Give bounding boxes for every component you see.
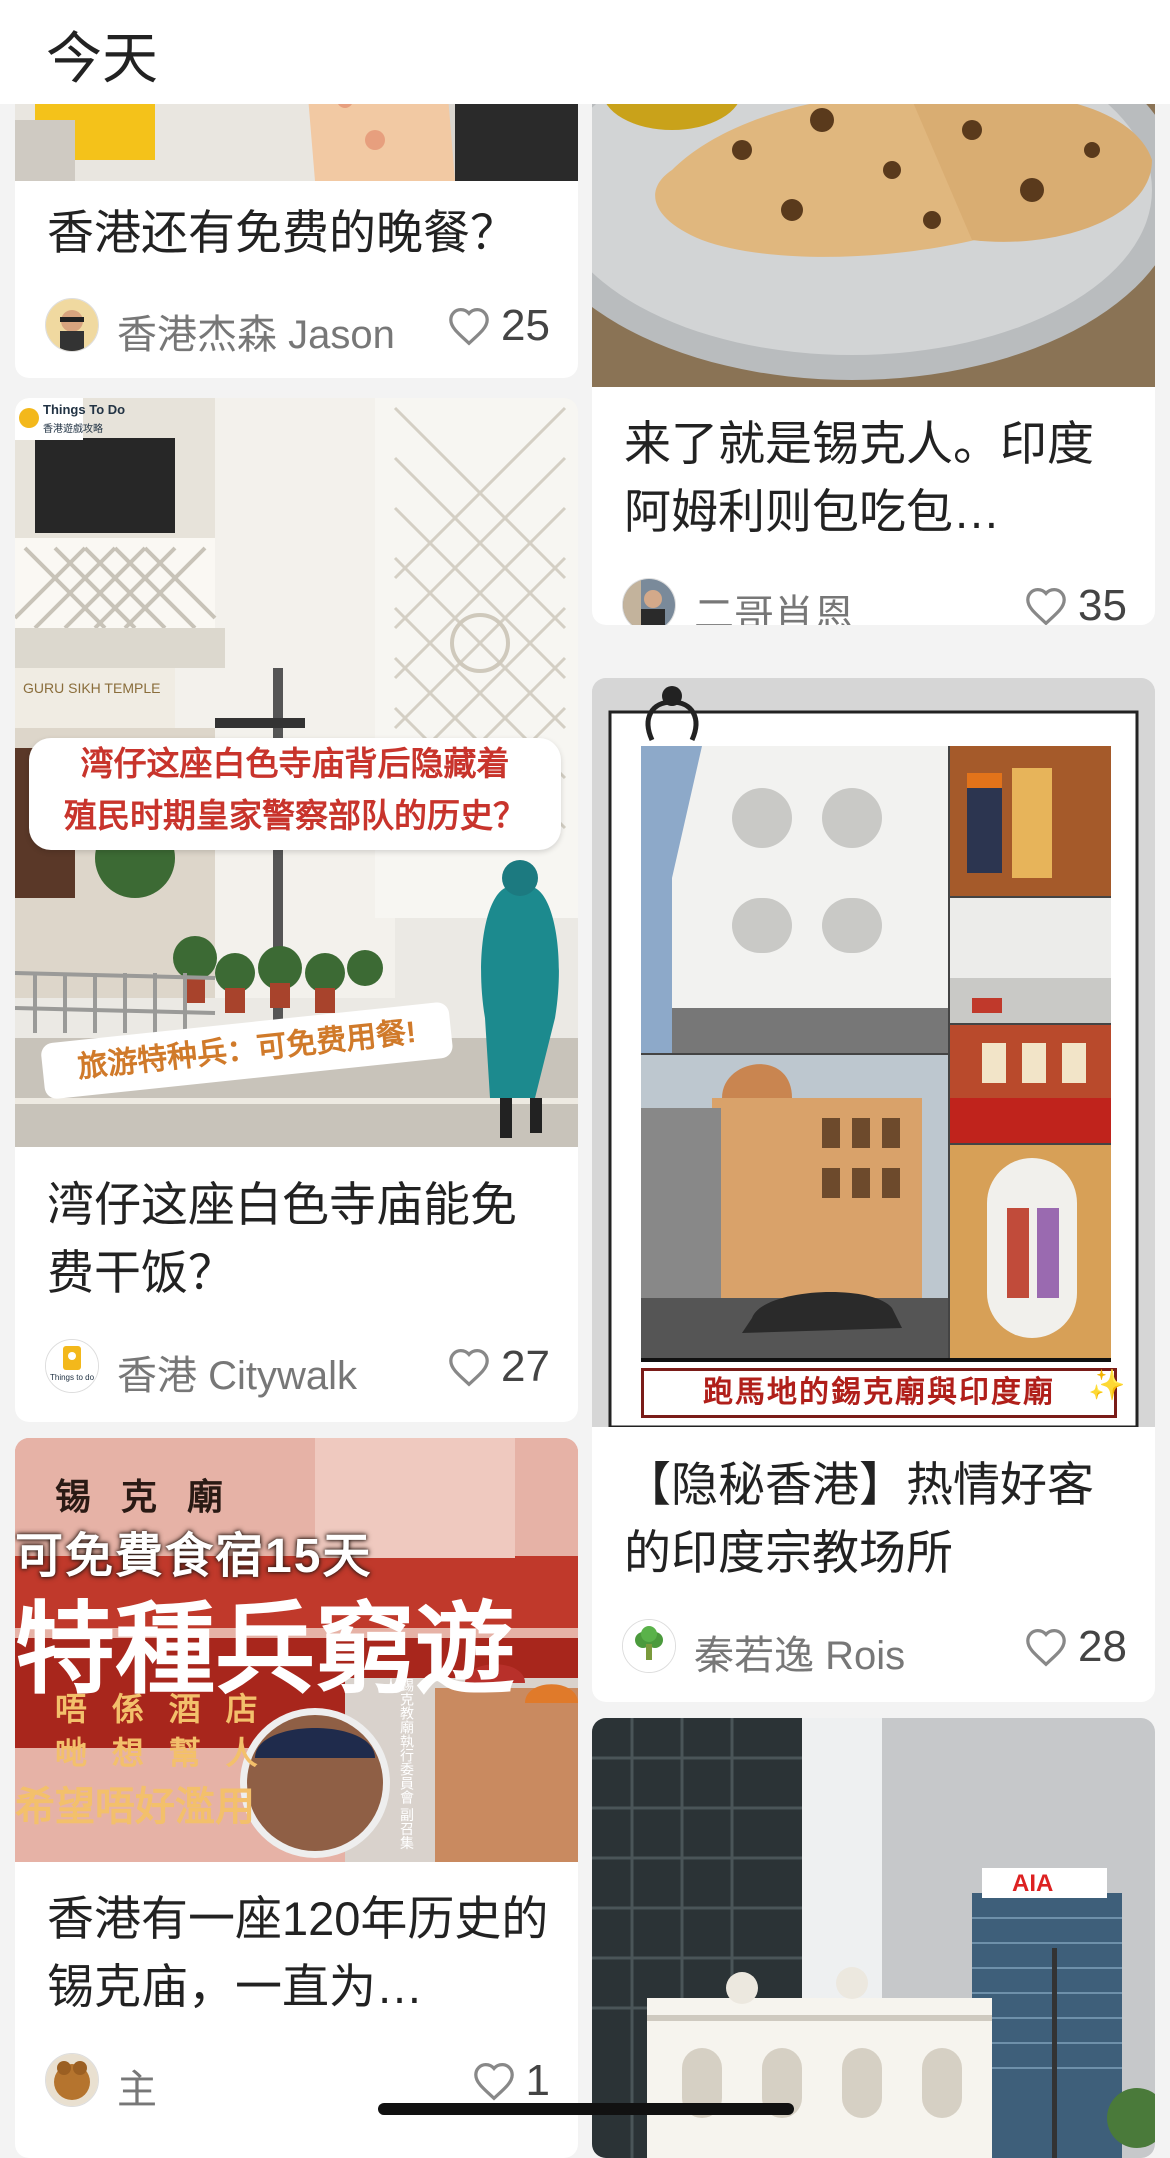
note-meta: Things to do 香港 Citywalk 27 bbox=[45, 1339, 550, 1398]
author-avatar[interactable] bbox=[45, 298, 99, 352]
like-button[interactable]: 35 bbox=[1024, 578, 1127, 625]
author-avatar[interactable]: Things to do bbox=[45, 1339, 99, 1393]
top-bar: 今天 bbox=[0, 0, 1170, 104]
note-card-1[interactable]: 香港还有免费的晚餐？ 香港杰森 Jason 25 bbox=[15, 60, 578, 378]
collage-caption: 跑馬地的錫克廟與印度廟 bbox=[641, 1368, 1117, 1418]
note-title: 湾仔这座白色寺庙能免费干饭？ bbox=[47, 1178, 517, 1299]
note-title: 来了就是锡克人。印度阿姆利则包吃包… bbox=[624, 417, 1094, 538]
note-card-2[interactable]: Things To Do 香港遊戲攻略 GURU SIKH TEMPLE 湾仔这… bbox=[15, 398, 578, 1422]
image-line-4: 唔 係 酒 店 bbox=[55, 1691, 266, 1727]
image-side-text: 錫克教廟執行委員會 副召集人 bbox=[383, 1678, 415, 1850]
author-avatar[interactable] bbox=[622, 578, 676, 625]
like-button[interactable]: 25 bbox=[447, 298, 550, 354]
avatar-text: Things to do bbox=[49, 1373, 95, 1382]
author-name[interactable]: 二哥肖恩 bbox=[694, 582, 854, 625]
note-card-image: 锡 克 廟 可免費食宿15天 特種兵窮遊 唔 係 酒 店 哋 想 幫 人 希望唔… bbox=[15, 1438, 578, 1862]
note-title: 香港还有免费的晚餐？ bbox=[47, 206, 517, 259]
like-button[interactable]: 1 bbox=[472, 2053, 550, 2109]
note-title: 香港有一座120年历史的锡克庙，一直为… bbox=[47, 1892, 549, 2013]
note-card-6[interactable]: AIA bbox=[592, 1718, 1155, 2158]
image-line-1: 锡 克 廟 bbox=[55, 1476, 234, 1517]
heart-icon bbox=[1026, 587, 1066, 625]
banner-line-2: 殖民时期皇家警察部队的历史？ bbox=[64, 797, 526, 834]
author-avatar[interactable] bbox=[622, 1619, 676, 1673]
like-count: 27 bbox=[501, 1342, 550, 1391]
author-name[interactable]: 香港杰森 Jason bbox=[117, 302, 395, 360]
image-headline-banner: 湾仔这座白色寺庙背后隐藏着 殖民时期皇家警察部队的历史？ bbox=[29, 738, 561, 850]
heart-icon bbox=[1026, 1628, 1066, 1667]
note-card-image bbox=[592, 60, 1155, 387]
heart-icon bbox=[449, 307, 489, 346]
sparkle-icon: ✨ bbox=[1088, 1369, 1126, 1402]
home-indicator[interactable] bbox=[378, 2103, 794, 2115]
author-name[interactable]: 秦若逸 Rois bbox=[694, 1623, 905, 1681]
like-count: 28 bbox=[1078, 1622, 1127, 1671]
note-meta: 香港杰森 Jason 25 bbox=[45, 298, 550, 357]
like-button[interactable]: 28 bbox=[1024, 1619, 1127, 1675]
note-card-image: 跑馬地的錫克廟與印度廟 ✨ bbox=[592, 678, 1155, 1427]
heart-icon bbox=[449, 1348, 489, 1387]
note-card-image: Things To Do 香港遊戲攻略 GURU SIKH TEMPLE 湾仔这… bbox=[15, 398, 578, 1147]
heart-icon bbox=[473, 2062, 514, 2101]
like-count: 25 bbox=[501, 301, 550, 350]
author-name[interactable]: 主 bbox=[117, 2057, 157, 2115]
building-sign: AIA bbox=[1012, 1870, 1054, 1897]
like-count: 35 bbox=[1078, 581, 1127, 625]
note-card-image: AIA bbox=[592, 1718, 1155, 2158]
image-line-6: 希望唔好濫用 bbox=[15, 1785, 255, 1829]
like-button[interactable]: 27 bbox=[447, 1339, 550, 1395]
note-meta: 二哥肖恩 35 bbox=[622, 578, 1127, 625]
note-card-5[interactable]: 跑馬地的錫克廟與印度廟 ✨ 【隐秘香港】热情好客的印度宗教场所 秦若逸 Rois… bbox=[592, 678, 1155, 1702]
author-avatar[interactable] bbox=[45, 2053, 99, 2107]
note-meta: 秦若逸 Rois 28 bbox=[622, 1619, 1127, 1678]
image-line-5: 哋 想 幫 人 bbox=[55, 1735, 266, 1771]
note-title: 【隐秘香港】热情好客的印度宗教场所 bbox=[624, 1458, 1094, 1579]
note-meta: 主 1 bbox=[45, 2053, 550, 2112]
section-title: 今天 bbox=[46, 27, 158, 90]
author-name[interactable]: 香港 Citywalk bbox=[117, 1343, 357, 1401]
like-count: 1 bbox=[525, 2056, 550, 2105]
logo-text: Things To Do bbox=[43, 402, 126, 417]
note-card-3[interactable]: 锡 克 廟 可免費食宿15天 特種兵窮遊 唔 係 酒 店 哋 想 幫 人 希望唔… bbox=[15, 1438, 578, 2158]
note-card-4[interactable]: 来了就是锡克人。印度阿姆利则包吃包… 二哥肖恩 35 bbox=[592, 60, 1155, 625]
temple-sign: GURU SIKH TEMPLE bbox=[23, 680, 161, 696]
banner-line-1: 湾仔这座白色寺庙背后隐藏着 bbox=[80, 745, 510, 782]
logo-subtext: 香港遊戲攻略 bbox=[43, 424, 103, 435]
